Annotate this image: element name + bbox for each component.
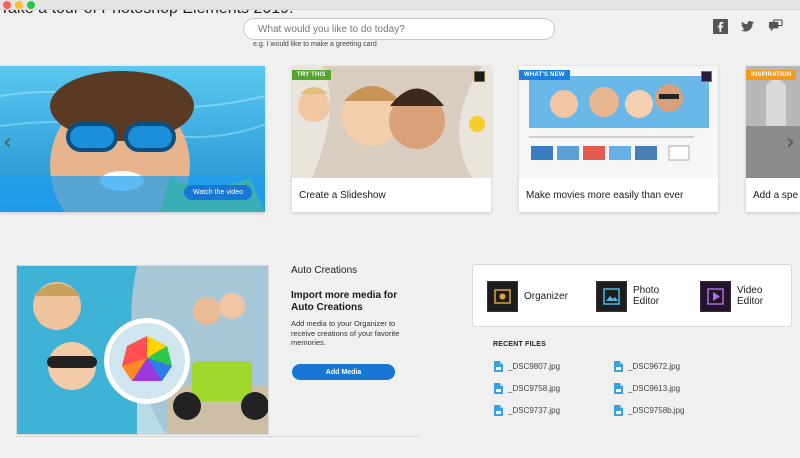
carousel-prev-icon[interactable]: ‹: [3, 130, 12, 155]
image-file-icon: [494, 360, 503, 372]
apps-panel: Organizer Photo Editor Video Editor: [472, 264, 792, 327]
tag-try-this: TRY THIS: [292, 70, 331, 80]
watch-video-button[interactable]: Watch the video: [184, 185, 252, 200]
window-titlebar: [0, 0, 800, 10]
twitter-icon[interactable]: [739, 18, 755, 34]
tag-whats-new: WHAT'S NEW: [519, 70, 570, 80]
slideshow-caption: Create a Slideshow: [299, 190, 386, 201]
video-editor-icon: [700, 280, 731, 312]
facebook-icon[interactable]: [712, 18, 728, 34]
recent-file-item[interactable]: _DSC9758.jpg: [494, 382, 560, 394]
auto-creations-heading: Import more media for Auto Creations: [291, 290, 398, 313]
tag-inspiration: INSPIRATION: [746, 70, 797, 80]
recent-files-title: RECENT FILES: [493, 341, 546, 348]
organizer-label: Organizer: [524, 290, 568, 302]
video-badge-icon: [701, 71, 712, 82]
search-input[interactable]: [243, 18, 555, 40]
auto-creations-title: Auto Creations: [291, 265, 358, 276]
minimize-window-button[interactable]: [15, 1, 23, 9]
recent-file-item[interactable]: _DSC9737.jpg: [494, 404, 560, 416]
movies-caption: Make movies more easily than ever: [526, 190, 684, 201]
photo-editor-button[interactable]: Photo Editor: [596, 279, 659, 313]
recent-file-item[interactable]: _DSC9807.jpg: [494, 360, 560, 372]
add-media-button[interactable]: Add Media: [292, 364, 395, 380]
inspiration-caption: Add a spe: [753, 190, 799, 201]
recent-file-item[interactable]: _DSC9613.jpg: [614, 382, 680, 394]
inspiration-image: [746, 66, 800, 178]
auto-creations-body: Add media to your Organizer to receive c…: [291, 319, 400, 347]
slideshow-image: [292, 66, 491, 178]
organizer-button[interactable]: Organizer: [487, 279, 568, 313]
zoom-window-button[interactable]: [27, 1, 35, 9]
image-file-icon: [614, 382, 623, 394]
elements-badge-icon: [474, 71, 485, 82]
movies-card[interactable]: WHAT'S NEW Make movies more easily than …: [519, 66, 718, 212]
video-editor-button[interactable]: Video Editor: [700, 279, 763, 313]
slideshow-card[interactable]: TRY THIS Create a Slideshow: [292, 66, 491, 212]
image-file-icon: [494, 382, 503, 394]
photo-editor-icon: [596, 280, 627, 312]
image-file-icon: [614, 404, 623, 416]
recent-file-item[interactable]: _DSC9672.jpg: [614, 360, 680, 372]
section-divider: [16, 436, 419, 437]
movies-image: [519, 66, 718, 178]
close-window-button[interactable]: [3, 1, 11, 9]
carousel-next-icon[interactable]: ›: [786, 130, 795, 155]
recent-file-item[interactable]: _DSC9758b.jpg: [614, 404, 684, 416]
video-editor-label: Video Editor: [737, 285, 764, 307]
chat-icon[interactable]: [767, 18, 783, 34]
image-file-icon: [494, 404, 503, 416]
image-file-icon: [614, 360, 623, 372]
auto-creations-collage: [16, 265, 269, 435]
organizer-icon: [487, 280, 518, 312]
search-hint: e.g. I would like to make a greeting car…: [253, 41, 377, 48]
photo-editor-label: Photo Editor: [633, 285, 660, 307]
